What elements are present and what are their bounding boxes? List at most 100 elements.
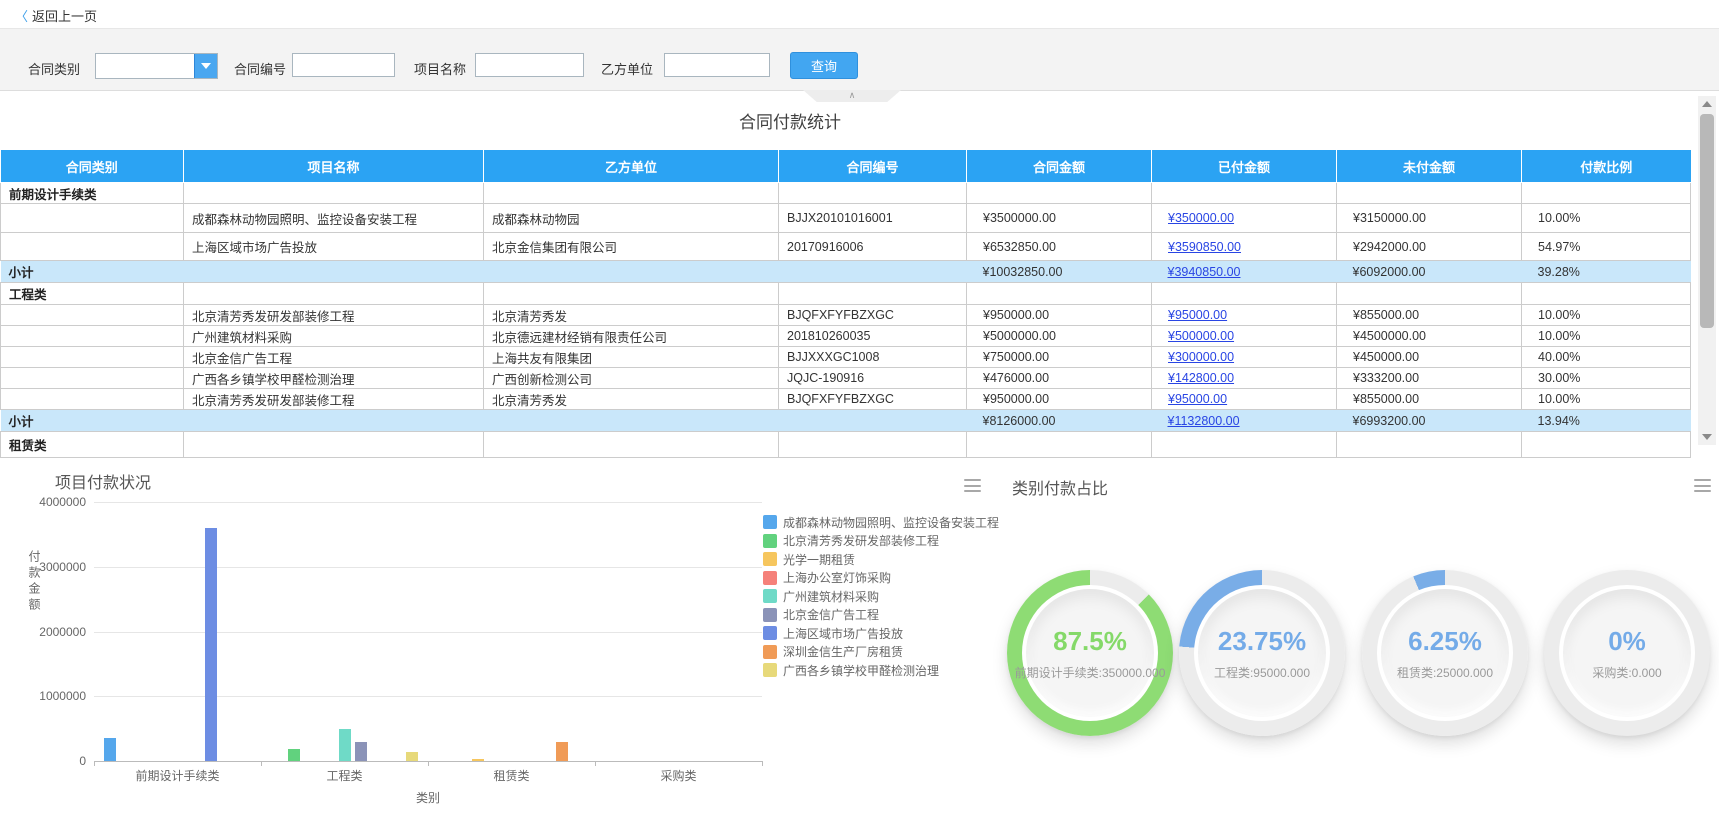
y-tick-label: 1000000: [0, 689, 86, 703]
bar: [205, 528, 217, 761]
paid-amount-link[interactable]: ¥142800.00: [1168, 371, 1234, 385]
contract-payment-page: 〈 返回上一页 合同类别 合同编号 项目名称 乙方单位 查询 ∧ 合同付款统计 …: [0, 0, 1719, 820]
bar: [339, 729, 351, 761]
cell-project: 北京清芳秀发研发部装修工程: [184, 305, 484, 326]
donut-percent-value: 6.25%: [1408, 626, 1482, 657]
page-title: 合同付款统计: [0, 108, 1580, 133]
cell-contract-no: 201810260035: [779, 326, 967, 347]
cell-paid: ¥142800.00: [1152, 368, 1337, 389]
legend-label: 广西各乡镇学校甲醛检测治理: [783, 662, 939, 679]
scroll-down-icon[interactable]: [1698, 429, 1716, 445]
cell-party-b: [484, 432, 779, 458]
dropdown-button[interactable]: [194, 54, 217, 78]
cell-ratio: [1522, 183, 1691, 204]
bar: [355, 742, 367, 761]
cell-category: 前期设计手续类: [1, 183, 184, 204]
party-b-input[interactable]: [664, 53, 770, 77]
column-header: 合同金额: [967, 150, 1152, 183]
column-header: 乙方单位: [484, 150, 779, 183]
x-tick-mark: [94, 761, 95, 766]
caret-down-icon: [201, 63, 211, 69]
bar: [472, 759, 484, 761]
cell-contract-no: [779, 261, 967, 283]
legend-swatch-icon: [763, 571, 777, 585]
cell-unpaid: ¥855000.00: [1337, 305, 1522, 326]
cell-contract-no: [779, 283, 967, 305]
y-tick-label: 2000000: [0, 625, 86, 639]
collapse-search-tab[interactable]: ∧: [803, 90, 901, 102]
x-tick-label: 前期设计手续类: [94, 767, 261, 784]
donut-panel: 类别付款占比 87.5%前期设计手续类:350000.00023.75%工程类:…: [940, 455, 1719, 820]
cell-category: [1, 347, 184, 368]
x-tick-label: 工程类: [261, 767, 428, 784]
cell-unpaid: ¥2942000.00: [1337, 233, 1522, 261]
legend-swatch-icon: [763, 515, 777, 529]
party-b-label: 乙方单位: [601, 59, 653, 78]
cell-paid: [1152, 283, 1337, 305]
cell-ratio: 40.00%: [1522, 347, 1691, 368]
table-row: 北京清芳秀发研发部装修工程北京清芳秀发BJQFXFYFBZXGC¥950000.…: [1, 389, 1691, 410]
contract-no-input[interactable]: [292, 53, 395, 77]
contract-category-select[interactable]: [95, 53, 218, 79]
cell-amount: ¥476000.00: [967, 368, 1152, 389]
scrollbar-thumb[interactable]: [1700, 114, 1714, 328]
cell-contract-no: [779, 183, 967, 204]
cell-project: [184, 261, 484, 283]
cell-unpaid: [1337, 283, 1522, 305]
table-row: 上海区域市场广告投放北京金信集团有限公司20170916006¥6532850.…: [1, 233, 1691, 261]
paid-amount-link[interactable]: ¥95000.00: [1168, 392, 1227, 406]
cell-amount: ¥950000.00: [967, 389, 1152, 410]
paid-amount-link[interactable]: ¥300000.00: [1168, 350, 1234, 364]
paid-amount-link[interactable]: ¥500000.00: [1168, 329, 1234, 343]
paid-amount-link[interactable]: ¥3590850.00: [1168, 240, 1241, 254]
legend-swatch-icon: [763, 663, 777, 677]
y-tick-label: 4000000: [0, 495, 86, 509]
back-link[interactable]: 〈 返回上一页: [15, 6, 97, 25]
cell-unpaid: ¥6993200.00: [1337, 410, 1522, 432]
vertical-scrollbar[interactable]: [1698, 96, 1716, 445]
cell-project: 广西各乡镇学校甲醛检测治理: [184, 368, 484, 389]
x-tick-label: 采购类: [595, 767, 762, 784]
cell-project: [184, 183, 484, 204]
cell-project: [184, 283, 484, 305]
search-button[interactable]: 查询: [790, 52, 858, 79]
legend-label: 北京金信广告工程: [783, 606, 879, 623]
gridline: [94, 502, 762, 503]
cell-contract-no: BJJX20101016001: [779, 204, 967, 233]
cell-ratio: 10.00%: [1522, 389, 1691, 410]
donut-chart: 23.75%工程类:95000.000: [1179, 570, 1345, 736]
bar: [288, 749, 300, 761]
cell-paid: [1152, 183, 1337, 204]
cell-ratio: [1522, 283, 1691, 305]
table-row: 广州建筑材料采购北京德远建材经销有限责任公司201810260035¥50000…: [1, 326, 1691, 347]
cell-project: [184, 432, 484, 458]
donut-center: 23.75%工程类:95000.000: [1198, 589, 1326, 717]
cell-project: 成都森林动物园照明、监控设备安装工程: [184, 204, 484, 233]
donut-percent-value: 87.5%: [1053, 626, 1127, 657]
bar-plot: [94, 502, 762, 762]
cell-unpaid: ¥6092000.00: [1337, 261, 1522, 283]
paid-amount-link[interactable]: ¥350000.00: [1168, 211, 1234, 225]
x-tick-mark: [261, 761, 262, 766]
cell-paid: ¥500000.00: [1152, 326, 1337, 347]
column-header: 合同类别: [1, 150, 184, 183]
paid-amount-link[interactable]: ¥3940850.00: [1168, 265, 1241, 279]
contract-table: 合同类别项目名称乙方单位合同编号合同金额已付金额未付金额付款比例 前期设计手续类…: [0, 150, 1691, 458]
cell-contract-no: BJQFXFYFBZXGC: [779, 305, 967, 326]
project-name-input[interactable]: [475, 53, 584, 77]
donut-panel-title: 类别付款占比: [1012, 475, 1108, 499]
table-row: 广西各乡镇学校甲醛检测治理广西创新检测公司JQJC-190916¥476000.…: [1, 368, 1691, 389]
back-label: 返回上一页: [32, 6, 97, 25]
cell-ratio: 39.28%: [1522, 261, 1691, 283]
filter-bar: 合同类别 合同编号 项目名称 乙方单位 查询: [0, 29, 1719, 91]
contract-category-label: 合同类别: [28, 59, 80, 78]
cell-paid: ¥95000.00: [1152, 389, 1337, 410]
x-tick-mark: [595, 761, 596, 766]
paid-amount-link[interactable]: ¥95000.00: [1168, 308, 1227, 322]
table-row: 前期设计手续类: [1, 183, 1691, 204]
cell-amount: ¥5000000.00: [967, 326, 1152, 347]
chevron-up-icon: ∧: [803, 90, 901, 100]
paid-amount-link[interactable]: ¥1132800.00: [1168, 414, 1240, 428]
scroll-up-icon[interactable]: [1698, 96, 1716, 112]
cell-category: 小计: [1, 261, 184, 283]
